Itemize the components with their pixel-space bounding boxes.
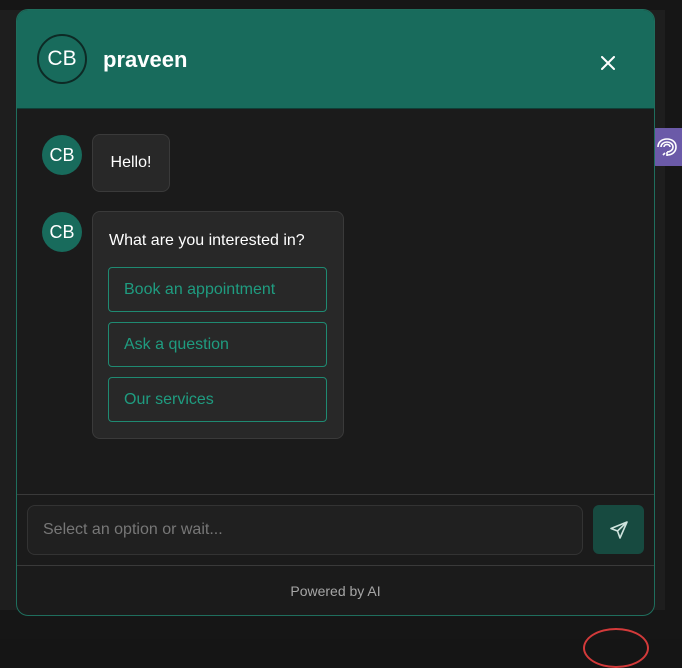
bot-avatar: CB <box>42 135 82 175</box>
message-bubble: What are you interested in? Book an appo… <box>92 211 344 439</box>
floating-launcher-edge[interactable] <box>583 628 649 668</box>
close-button[interactable] <box>595 50 621 76</box>
message-text: What are you interested in? <box>109 232 305 249</box>
footer-divider <box>17 565 654 566</box>
brain-icon <box>657 138 677 156</box>
message-input[interactable] <box>27 505 583 555</box>
bot-avatar: CB <box>42 212 82 252</box>
composer-divider <box>17 494 654 495</box>
send-button[interactable] <box>593 505 644 554</box>
avatar: CB <box>37 34 87 84</box>
message-bubble: Hello! <box>92 134 170 192</box>
option-button-our-services[interactable]: Our services <box>108 377 327 422</box>
close-icon <box>601 56 615 70</box>
send-icon <box>609 520 628 539</box>
message-text: Hello! <box>110 154 152 171</box>
option-button-book-appointment[interactable]: Book an appointment <box>108 267 327 312</box>
chat-widget: CB praveen CB Hello! CB What are you int… <box>16 9 655 616</box>
side-assistant-tab[interactable] <box>652 128 682 166</box>
powered-by-label: Powered by AI <box>290 583 381 599</box>
option-button-ask-question[interactable]: Ask a question <box>108 322 327 367</box>
chat-header: CB praveen <box>17 10 654 109</box>
chat-title: praveen <box>103 47 188 72</box>
